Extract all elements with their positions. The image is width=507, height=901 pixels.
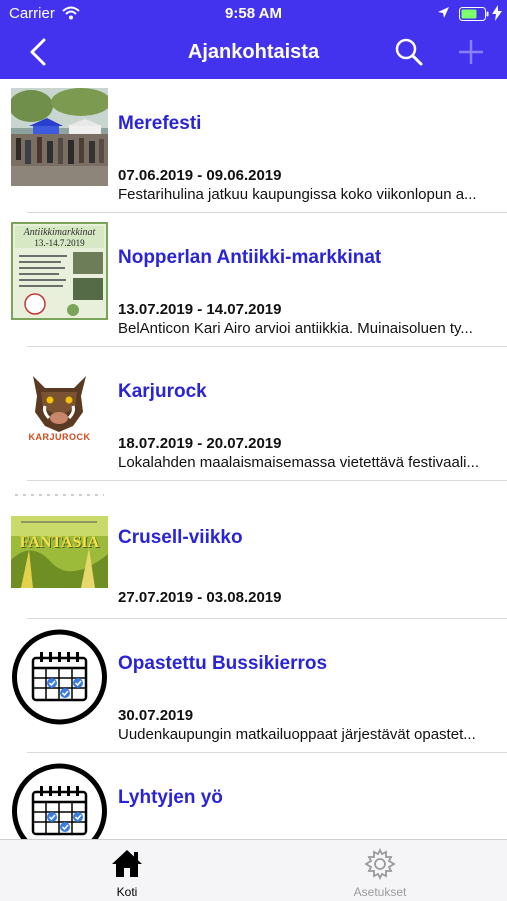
list-item[interactable]: FANTASIA Crusell-viikko 27.07.2019 - 03.… bbox=[0, 481, 507, 619]
event-poster-crusell: FANTASIA bbox=[11, 490, 108, 588]
event-dates: 27.07.2019 - 03.08.2019 bbox=[118, 589, 282, 606]
event-title: Crusell-viikko bbox=[118, 527, 243, 548]
calendar-icon bbox=[11, 762, 108, 839]
add-button[interactable] bbox=[457, 38, 485, 71]
search-button[interactable] bbox=[394, 37, 424, 72]
page-title: Ajankohtaista bbox=[187, 41, 320, 63]
event-dates: 13.07.2019 - 14.07.2019 bbox=[118, 301, 282, 318]
event-description: Uudenkaupungin matkailuoppaat järjestävä… bbox=[118, 726, 476, 743]
event-dates: 30.07.2019 bbox=[118, 707, 194, 724]
event-poster-antiikki: Antiikkimarkkinat 13.-14.7.2019 bbox=[11, 222, 108, 320]
tab-settings[interactable]: Asetukset bbox=[320, 840, 440, 901]
status-bar: Carrier 9:58 AM bbox=[0, 0, 507, 27]
list-item[interactable]: KARJUROCK Karjurock 18.07.2019 - 20.07.2… bbox=[0, 347, 507, 481]
gear-icon bbox=[364, 847, 396, 885]
event-title: Lyhtyjen yö bbox=[118, 787, 223, 808]
tab-home[interactable]: Koti bbox=[67, 840, 187, 901]
event-title: Nopperlan Antiikki-markkinat bbox=[118, 247, 382, 268]
calendar-icon bbox=[11, 628, 108, 726]
event-description: Lokalahden maalaismaisemassa vietettävä … bbox=[118, 454, 480, 471]
tab-settings-label: Asetukset bbox=[353, 885, 407, 899]
tab-bar: Koti Asetukset bbox=[0, 839, 507, 901]
poster-heading: FANTASIA bbox=[19, 534, 100, 551]
home-icon bbox=[111, 848, 143, 883]
status-time: 9:58 AM bbox=[225, 5, 282, 22]
event-description: BelAnticon Kari Airo arvioi antiikkia. M… bbox=[118, 320, 473, 337]
poster-date: 13.-14.7.2019 bbox=[34, 238, 85, 248]
tab-home-label: Koti bbox=[116, 885, 138, 899]
logo-text: KARJUROCK bbox=[28, 432, 91, 442]
event-logo-karjurock: KARJUROCK bbox=[11, 356, 108, 454]
list-item[interactable]: Merefesti 07.06.2019 - 09.06.2019 Festar… bbox=[0, 79, 507, 213]
charging-bolt-icon bbox=[492, 5, 502, 25]
event-title: Karjurock bbox=[118, 381, 207, 402]
list-item[interactable]: Lyhtyjen yö bbox=[0, 753, 507, 839]
battery-icon bbox=[459, 7, 489, 25]
event-title: Merefesti bbox=[118, 113, 202, 134]
navigation-bar: Ajankohtaista bbox=[0, 27, 507, 79]
list-item[interactable]: Antiikkimarkkinat 13.-14.7.2019 Nopperla… bbox=[0, 213, 507, 347]
event-title: Opastettu Bussikierros bbox=[118, 653, 328, 674]
event-dates: 18.07.2019 - 20.07.2019 bbox=[118, 435, 282, 452]
event-description: Festarihulina jatkuu kaupungissa koko vi… bbox=[118, 186, 477, 203]
event-list[interactable]: Merefesti 07.06.2019 - 09.06.2019 Festar… bbox=[0, 79, 507, 839]
list-item[interactable]: Opastettu Bussikierros 30.07.2019 Uudenk… bbox=[0, 619, 507, 753]
location-arrow-icon bbox=[437, 6, 450, 23]
event-photo-merefesti bbox=[11, 88, 108, 186]
poster-heading: Antiikkimarkkinat bbox=[23, 227, 96, 238]
event-dates: 07.06.2019 - 09.06.2019 bbox=[118, 167, 282, 184]
